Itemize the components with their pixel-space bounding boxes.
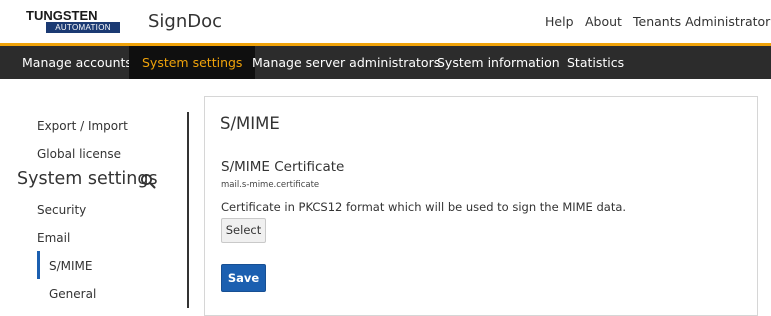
sidebar-item-security[interactable]: Security [37, 203, 86, 217]
panel-title: S/MIME [220, 114, 280, 133]
certificate-field-title: S/MIME Certificate [221, 159, 345, 175]
logo-sub-text: AUTOMATION [46, 22, 120, 33]
sidebar-heading: System settings [17, 169, 158, 189]
help-link[interactable]: Help [545, 14, 574, 29]
tungsten-logo[interactable]: TUNGSTEN AUTOMATION [26, 9, 120, 34]
nav-system-information[interactable]: System information [424, 46, 573, 79]
certificate-field-description: Certificate in PKCS12 format which will … [221, 200, 627, 214]
nav-system-settings[interactable]: System settings [129, 46, 256, 79]
active-item-marker [37, 251, 40, 279]
user-name: Tenants Administrator [633, 14, 771, 29]
select-certificate-button[interactable]: Select [221, 218, 266, 243]
save-button[interactable]: Save [221, 264, 266, 292]
sidebar-item-export-import[interactable]: Export / Import [37, 119, 128, 133]
sidebar-item-email[interactable]: Email [37, 231, 70, 245]
nav-manage-server-administrators[interactable]: Manage server administrators [239, 46, 453, 79]
about-link[interactable]: About [585, 14, 622, 29]
search-icon[interactable] [140, 173, 156, 189]
sidebar-item-smime[interactable]: S/MIME [49, 259, 93, 273]
sidebar-item-general[interactable]: General [49, 287, 96, 301]
logo-brand-text: TUNGSTEN [26, 8, 98, 23]
sidebar-divider [187, 112, 189, 308]
certificate-field-key: mail.s-mime.certificate [221, 180, 320, 190]
user-menu[interactable]: Tenants Administrator [633, 14, 771, 29]
header-bar: TUNGSTEN AUTOMATION SignDoc Help About T… [0, 0, 771, 46]
sidebar-item-global-license[interactable]: Global license [37, 147, 121, 161]
app-title: SignDoc [148, 11, 223, 32]
main-navbar: Manage accounts System settings Manage s… [0, 46, 771, 79]
nav-manage-accounts[interactable]: Manage accounts [9, 46, 145, 79]
nav-statistics[interactable]: Statistics [554, 46, 637, 79]
